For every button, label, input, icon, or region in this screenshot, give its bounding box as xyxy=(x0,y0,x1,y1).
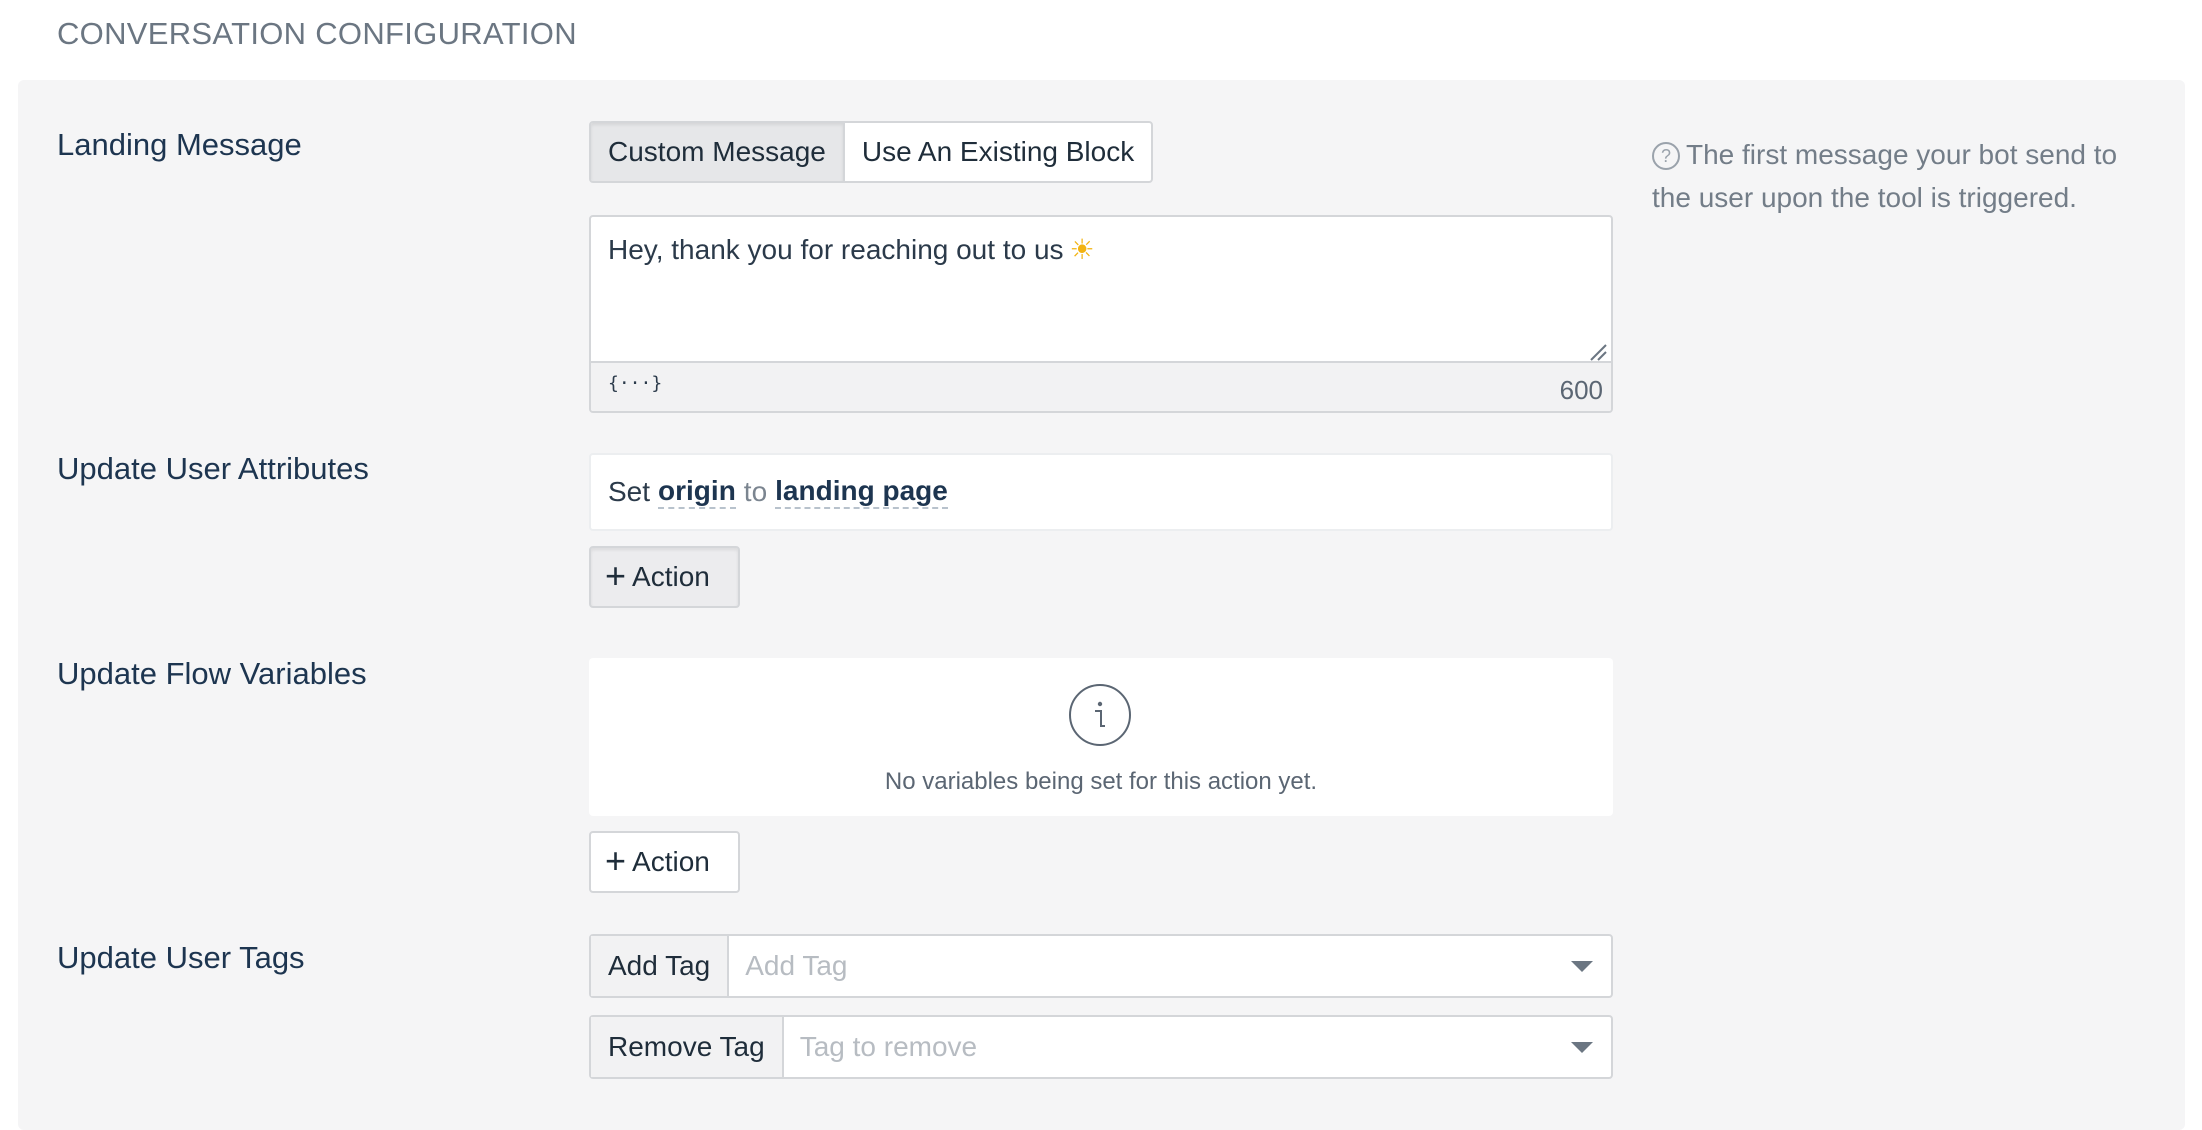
remove-tag-label: Remove Tag xyxy=(591,1017,784,1077)
attribute-key[interactable]: origin xyxy=(658,475,736,509)
existing-block-option[interactable]: Use An Existing Block xyxy=(845,123,1151,181)
landing-message-help: ? The first message your bot send to the … xyxy=(1652,133,2152,219)
sun-emoji-icon: ☀ xyxy=(1069,234,1095,265)
attribute-rule: Set origin to landing page xyxy=(589,453,1613,531)
question-circle-icon: ? xyxy=(1652,142,1680,170)
flow-variables-label: Update Flow Variables xyxy=(57,656,367,691)
attribute-value[interactable]: landing page xyxy=(775,475,948,509)
add-attribute-action-button[interactable]: + Action xyxy=(589,546,740,608)
add-tag-label: Add Tag xyxy=(591,936,730,996)
to-word: to xyxy=(743,476,768,507)
action-label: Action xyxy=(632,561,710,592)
info-circle-icon xyxy=(1069,684,1131,746)
add-variable-action-button[interactable]: + Action xyxy=(589,831,740,893)
add-tag-input[interactable] xyxy=(729,936,1571,996)
user-attributes-label: Update User Attributes xyxy=(57,451,369,486)
user-tags-label: Update User Tags xyxy=(57,940,305,975)
resize-handle-icon[interactable] xyxy=(1589,343,1607,361)
plus-icon: + xyxy=(605,839,627,881)
char-count: 600 xyxy=(1559,375,1603,405)
caret-down-icon[interactable] xyxy=(1571,960,1593,972)
set-word: Set xyxy=(608,476,651,507)
add-tag-row: Add Tag xyxy=(589,934,1613,998)
landing-message-textarea[interactable]: Hey, thank you for reaching out to us ☀ {… xyxy=(589,215,1613,413)
remove-tag-row: Remove Tag xyxy=(589,1015,1613,1079)
section-title: CONVERSATION CONFIGURATION xyxy=(57,16,577,51)
custom-message-option[interactable]: Custom Message xyxy=(591,123,845,181)
landing-message-text[interactable]: Hey, thank you for reaching out to us ☀ xyxy=(608,233,1095,266)
help-text: The first message your bot send to the u… xyxy=(1652,139,2118,213)
message-type-toggle: Custom Message Use An Existing Block xyxy=(589,121,1154,183)
action-label: Action xyxy=(632,846,710,877)
empty-state-text: No variables being set for this action y… xyxy=(884,768,1318,795)
message-text: Hey, thank you for reaching out to us xyxy=(608,234,1064,265)
plus-icon: + xyxy=(605,554,627,596)
caret-down-icon[interactable] xyxy=(1571,1041,1593,1053)
textarea-footer: {···} 600 xyxy=(591,361,1611,411)
flow-variables-empty-state: No variables being set for this action y… xyxy=(589,658,1613,816)
landing-message-label: Landing Message xyxy=(57,127,302,162)
remove-tag-input[interactable] xyxy=(783,1017,1571,1077)
variable-braces-icon[interactable]: {···} xyxy=(608,373,662,394)
